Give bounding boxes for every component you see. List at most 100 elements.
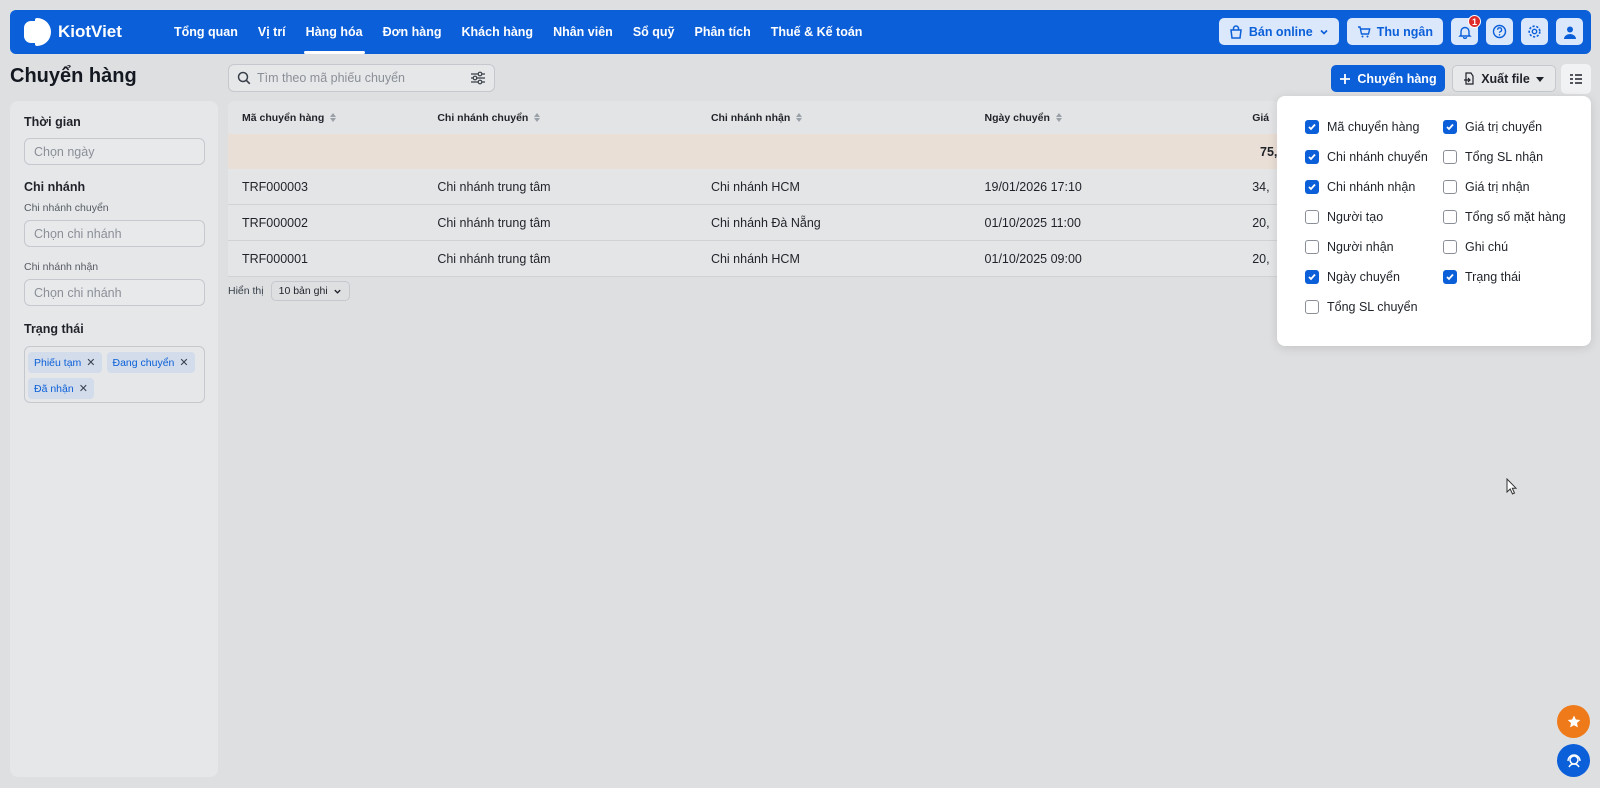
filter-sliders-icon[interactable] <box>470 71 486 85</box>
export-file-label: Xuất file <box>1481 71 1530 86</box>
table-row[interactable]: TRF000001 Chi nhánh trung tâm Chi nhánh … <box>228 241 1278 277</box>
remove-tag-icon[interactable]: ✕ <box>86 356 95 369</box>
nav-item-tong-quan[interactable]: Tổng quan <box>164 10 248 54</box>
column-option-chi-nhanh-nhan[interactable]: Chi nhánh nhận <box>1305 180 1415 194</box>
chevron-down-icon <box>333 289 341 294</box>
branch-filter-title: Chi nhánh <box>24 180 86 194</box>
col-header-value[interactable]: Giá <box>1238 112 1278 124</box>
column-option-ngay-chuyen[interactable]: Ngày chuyển <box>1305 270 1400 284</box>
nav-item-so-quy[interactable]: Sổ quỹ <box>623 10 685 54</box>
user-avatar-button[interactable] <box>1556 18 1583 45</box>
column-option-label: Giá trị nhận <box>1465 180 1530 194</box>
cell-value: 20, <box>1252 251 1270 266</box>
cashier-button[interactable]: Thu ngân <box>1346 18 1443 45</box>
online-sale-button[interactable]: Bán online <box>1218 18 1339 45</box>
cell-date: 01/10/2025 09:00 <box>984 251 1082 266</box>
plus-icon <box>1340 73 1351 84</box>
date-picker-input[interactable]: Chọn ngày <box>24 138 205 165</box>
online-sale-label: Bán online <box>1248 24 1313 39</box>
status-tag-label: Đã nhận <box>34 382 74 395</box>
to-branch-select[interactable]: Chọn chi nhánh <box>24 279 205 306</box>
table-header: Mã chuyển hàng Chi nhánh chuyển Chi nhán… <box>228 101 1278 134</box>
nav-item-don-hang[interactable]: Đơn hàng <box>373 10 452 54</box>
nav-item-hang-hoa[interactable]: Hàng hóa <box>296 10 373 54</box>
table-row[interactable]: TRF000002 Chi nhánh trung tâm Chi nhánh … <box>228 205 1278 241</box>
col-header-to-branch[interactable]: Chi nhánh nhận <box>697 112 971 124</box>
nav-item-phan-tich[interactable]: Phân tích <box>684 10 760 54</box>
filter-sidebar: Thời gian Chọn ngày Chi nhánh Chi nhánh … <box>10 101 218 777</box>
column-option-nguoi-tao[interactable]: Người tạo <box>1305 210 1383 224</box>
column-toggle-button[interactable] <box>1561 64 1591 94</box>
table-row[interactable]: TRF000003 Chi nhánh trung tâm Chi nhánh … <box>228 169 1278 205</box>
checkbox[interactable] <box>1443 270 1457 284</box>
cell-to-branch: Chi nhánh Đà Nẵng <box>710 215 821 230</box>
column-option-gia-tri-chuyen[interactable]: Giá trị chuyển <box>1443 120 1542 134</box>
settings-button[interactable] <box>1521 18 1548 45</box>
export-icon <box>1464 72 1474 85</box>
column-option-label: Người tạo <box>1327 210 1384 224</box>
status-tag: Phiếu tạm ✕ <box>28 352 102 373</box>
checkbox[interactable] <box>1305 270 1319 284</box>
status-tag-input[interactable]: Phiếu tạm ✕ Đang chuyển ✕ Đã nhận ✕ <box>24 346 205 403</box>
check-icon <box>1308 153 1316 161</box>
cell-from-branch: Chi nhánh trung tâm <box>437 251 551 266</box>
nav-item-thue-ke-toan[interactable]: Thuế & Kế toán <box>761 10 873 54</box>
search-input[interactable] <box>257 71 470 85</box>
column-option-ma-chuyen-hang[interactable]: Mã chuyển hàng <box>1305 120 1419 134</box>
check-icon <box>1308 273 1316 281</box>
col-header-label: Chi nhánh nhận <box>710 111 791 124</box>
column-option-chi-nhanh-chuyen[interactable]: Chi nhánh chuyển <box>1305 150 1428 164</box>
checkbox[interactable] <box>1305 300 1319 314</box>
col-header-code[interactable]: Mã chuyển hàng <box>228 112 423 124</box>
column-option-nguoi-nhan[interactable]: Người nhận <box>1305 240 1394 254</box>
kiotviet-logo[interactable]: KiotViet <box>24 18 154 46</box>
checkbox[interactable] <box>1443 150 1457 164</box>
from-branch-select[interactable]: Chọn chi nhánh <box>24 220 205 247</box>
notification-badge: 1 <box>1468 15 1481 28</box>
cell-from-branch: Chi nhánh trung tâm <box>437 179 551 194</box>
nav-item-khach-hang[interactable]: Khách hàng <box>452 10 544 54</box>
summary-row: 75, <box>228 134 1278 169</box>
col-header-label: Giá <box>1252 111 1270 124</box>
column-option-tong-sl-chuyen[interactable]: Tổng SL chuyển <box>1305 300 1418 314</box>
check-icon <box>1446 273 1454 281</box>
column-option-tong-so-mat-hang[interactable]: Tổng số mặt hàng <box>1443 210 1566 224</box>
add-transfer-button[interactable]: Chuyển hàng <box>1331 65 1445 92</box>
remove-tag-icon[interactable]: ✕ <box>179 356 188 369</box>
column-option-ghi-chu[interactable]: Ghi chú <box>1443 240 1508 254</box>
checkbox[interactable] <box>1443 240 1457 254</box>
help-button[interactable] <box>1486 18 1513 45</box>
favorite-fab-button[interactable] <box>1557 705 1590 738</box>
column-option-label: Ngày chuyển <box>1327 270 1400 284</box>
export-file-button[interactable]: Xuất file <box>1452 65 1556 92</box>
checkbox[interactable] <box>1443 120 1457 134</box>
checkbox[interactable] <box>1305 150 1319 164</box>
nav-item-nhan-vien[interactable]: Nhân viên <box>543 10 623 54</box>
cell-date: 01/10/2025 11:00 <box>984 215 1081 230</box>
remove-tag-icon[interactable]: ✕ <box>79 382 88 395</box>
search-box <box>228 64 495 92</box>
column-option-gia-tri-nhan[interactable]: Giá trị nhận <box>1443 180 1530 194</box>
column-option-label: Giá trị chuyển <box>1465 120 1543 134</box>
column-option-tong-sl-nhan[interactable]: Tổng SL nhận <box>1443 150 1543 164</box>
checkbox[interactable] <box>1443 180 1457 194</box>
checkbox[interactable] <box>1305 240 1319 254</box>
nav-item-vi-tri[interactable]: Vị trí <box>248 10 296 54</box>
column-option-trang-thai[interactable]: Trạng thái <box>1443 270 1521 284</box>
from-branch-label: Chi nhánh chuyển <box>24 202 109 214</box>
checkbox[interactable] <box>1305 180 1319 194</box>
checkbox[interactable] <box>1305 120 1319 134</box>
checkbox[interactable] <box>1305 210 1319 224</box>
cell-to-branch: Chi nhánh HCM <box>710 179 800 194</box>
col-header-from-branch[interactable]: Chi nhánh chuyển <box>423 112 697 124</box>
checkbox[interactable] <box>1443 210 1457 224</box>
notification-button[interactable]: 1 <box>1451 15 1481 45</box>
column-picker-popover: Mã chuyển hàng Giá trị chuyển Chi nhánh … <box>1277 96 1591 346</box>
caret-down-icon <box>1535 76 1544 82</box>
page-size-select[interactable]: 10 bản ghi <box>270 281 350 301</box>
col-header-date[interactable]: Ngày chuyển <box>971 112 1239 124</box>
chevron-down-icon <box>1320 29 1328 35</box>
col-header-label: Mã chuyển hàng <box>242 111 325 124</box>
check-icon <box>1308 123 1316 131</box>
support-fab-button[interactable] <box>1557 744 1590 777</box>
